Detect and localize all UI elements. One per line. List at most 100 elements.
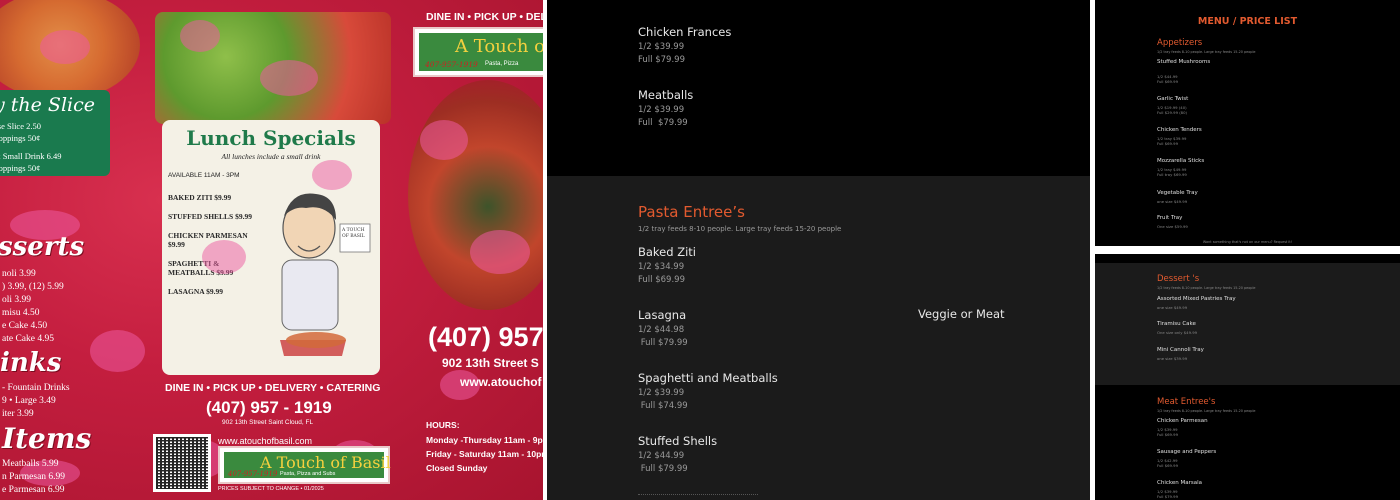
services-strip-right: DINE IN • PICK UP • DEL [426, 11, 543, 23]
price-item-price: 1/2 $42.99 Full $69.99 [1157, 458, 1178, 468]
items-heading: Items [2, 422, 92, 455]
price-item-price: One size only $49.99 [1157, 330, 1198, 335]
catering-menu-panel: Chicken Frances 1/2 $39.99 Full $79.99 M… [547, 0, 1090, 500]
menu-item-name: Baked Ziti [638, 245, 696, 259]
meat-entrees-note: 1/2 tray feeds 8-10 people. Large tray f… [1157, 409, 1256, 413]
price-item-price: one size $49.99 [1157, 305, 1188, 310]
prices-note: PRICES SUBJECT TO CHANGE • 01/2025 [218, 486, 324, 492]
services-strip: DINE IN • PICK UP • DELIVERY • CATERING [165, 382, 381, 394]
restaurant-logo: A Touch of Basil 407-957-1919 Pasta, Piz… [218, 446, 391, 484]
hours-line: Monday -Thursday 11am - 9pm [426, 435, 543, 445]
items-list: Meatballs 5.99 n Parmesan 6.99 e Parmesa… [2, 458, 65, 497]
website-right: www.atouchof [460, 375, 542, 389]
logo-tagline: Pasta, Pizza and Subs [280, 471, 336, 477]
menu-item-name: Stuffed Shells [638, 434, 718, 448]
chef-caricature-icon [280, 193, 371, 356]
menu-item-price: 1/2 $44.98 Full $79.99 [638, 325, 688, 348]
dessert-line: ate Cake 4.95 [2, 334, 54, 344]
price-item-price: 1/2 tray $49.99 Full tray $69.99 [1157, 167, 1187, 177]
menu-item-price: 1/2 $34.99 Full $69.99 [638, 262, 685, 285]
price-item-name: Mini Cannoli Tray [1157, 347, 1204, 353]
price-item-name: Fruit Tray [1157, 215, 1183, 221]
pink-blot [90, 330, 145, 372]
menu-item-name: Lasagna [638, 308, 687, 322]
logo-tagline: Pasta, Pizza [485, 61, 519, 67]
flyer-image: y the Slice ese Slice 2.50 Toppings 50¢ … [0, 0, 543, 500]
drinks-heading: inks [0, 348, 62, 378]
qr-code [153, 434, 211, 492]
dessert-line: noli 3.99 [2, 269, 36, 279]
price-item-name: Mozzarella Sticks [1157, 158, 1205, 164]
meat-entrees-title: Meat Entree's [1157, 397, 1216, 407]
price-item-price: one size $39.99 [1157, 356, 1188, 361]
slice-line: ese Slice 2.50 [0, 121, 41, 131]
price-item-price: 1/2 $39.99 Full $79.99 [1157, 489, 1178, 499]
desserts-heading: sserts [0, 232, 85, 262]
menu-item-price: 1/2 $39.99 Full $79.99 [638, 42, 685, 65]
item-line: Meatballs 5.99 [2, 459, 59, 469]
price-list-title: MENU / PRICE LIST [1197, 16, 1298, 27]
appetizers-title: Appetizers [1157, 38, 1203, 48]
dessert-line: e Cake 4.50 [2, 321, 48, 331]
dessert-line: oli 3.99 [2, 295, 32, 305]
drink-line: iter 3.99 [2, 409, 34, 419]
phone-number: (407) 957 - 1919 [206, 398, 332, 417]
price-item-price: 1/2 tray $39.99 Full $69.99 [1157, 136, 1187, 146]
price-item-price: 1/2 $19.99 (40) Full $29.99 (80) [1157, 105, 1187, 115]
logo-name: A Touch of Basil [260, 453, 391, 472]
drink-line: - Fountain Drinks [2, 383, 70, 393]
address-right: 902 13th Street S [442, 356, 539, 370]
price-item-name: Stuffed Mushrooms [1157, 59, 1211, 65]
slice-line: Toppings 50¢ [0, 133, 41, 143]
lunch-specials-subtitle: All lunches include a small drink [221, 152, 321, 161]
slice-line: Toppings 50¢ [0, 163, 41, 173]
price-item-name: Tiramisu Cake [1157, 321, 1196, 327]
lunch-hours: AVAILABLE 11AM - 3PM [168, 172, 240, 179]
hours-line: Closed Sunday [426, 463, 488, 473]
price-item-name: Vegetable Tray [1157, 190, 1198, 196]
menu-item-name: Meatballs [638, 88, 694, 102]
pasta-section-title: Pasta Entree’s [638, 203, 745, 221]
price-item-name: Garlic Twist [1157, 96, 1189, 102]
panel-divider [1095, 246, 1400, 254]
by-the-slice-title: y the Slice [0, 94, 95, 116]
slice-line: & Small Drink 6.49 [0, 151, 62, 161]
lunch-item: STUFFED SHELLS $9.99 [168, 212, 252, 221]
pink-blot [470, 230, 530, 274]
pink-blot [40, 30, 90, 64]
price-item-name: Chicken Tenders [1157, 127, 1202, 133]
lunch-specials-title: Lunch Specials [186, 126, 356, 150]
dessert-line: misu 4.50 [2, 308, 40, 318]
caricature-sign: A TOUCH OF BASIL [342, 228, 365, 239]
pizza-photo-right [408, 80, 543, 310]
lunch-item: BAKED ZITI $9.99 [168, 193, 232, 202]
logo-phone: 407-957-1919 [425, 60, 478, 69]
price-item-name: Chicken Marsala [1157, 480, 1202, 486]
item-line: e Parmesan 6.99 [2, 485, 65, 495]
menu-item-name: Spaghetti and Meatballs [638, 371, 778, 385]
pink-blot [202, 240, 246, 274]
hours-line: Friday - Saturday 11am - 10pm [426, 449, 543, 459]
menu-item-price: 1/2 $44.99 Full $79.99 [638, 451, 688, 474]
price-item-name: Sausage and Peppers [1157, 449, 1217, 455]
desserts-title: Dessert 's [1157, 274, 1200, 284]
price-list-panel: MENU / PRICE LIST Appetizers 1/2 tray fe… [1095, 0, 1400, 246]
menu-item-name: Chicken Frances [638, 25, 732, 39]
price-item-price: 1/2 $39.99 Full $69.99 [1157, 427, 1178, 437]
drink-line: 9 • Large 3.49 [2, 396, 56, 406]
price-item-name: Assorted Mixed Pastries Tray [1157, 296, 1236, 302]
pink-blot [260, 60, 318, 96]
price-item-price: 1/2 $44.99 Full $69.99 [1157, 74, 1178, 84]
phone-number-right: (407) 957 [428, 322, 543, 352]
dessert-line: ) 3.99, (12) 5.99 [2, 282, 64, 292]
pink-blot [180, 20, 220, 52]
item-line: n Parmesan 6.99 [2, 472, 66, 482]
price-list-footer: Want something that's not on our menu? R… [1202, 240, 1293, 244]
appetizers-note: 1/2 tray feeds 8-10 people. Large tray f… [1157, 50, 1256, 54]
restaurant-logo-right: A Touch o 407-957-1919 Pasta, Pizza [413, 27, 543, 77]
cut-off-item [638, 494, 758, 500]
pink-blot [312, 160, 352, 190]
price-list-panel-lower: Dessert 's 1/2 tray feeds 8-10 people. L… [1095, 254, 1400, 500]
address: 902 13th Street Saint Cloud, FL [222, 419, 314, 426]
price-item-price: One size $59.99 [1157, 224, 1188, 229]
